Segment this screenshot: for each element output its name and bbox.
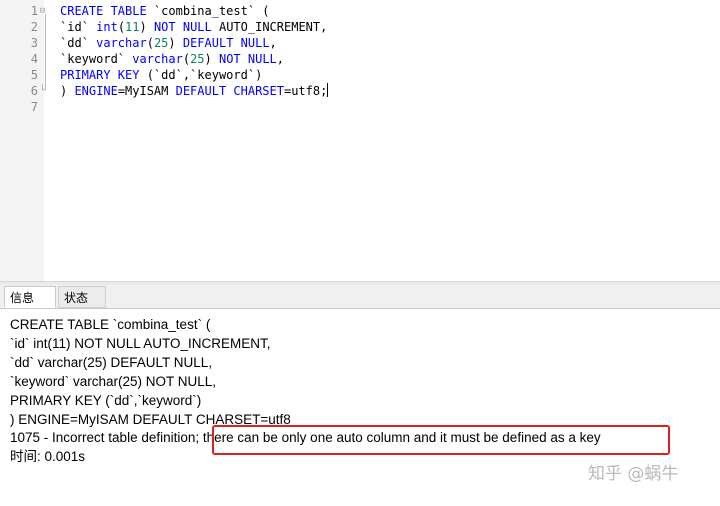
tab-info[interactable]: 信息 [4,286,56,308]
code-token: ( [146,36,154,50]
code-token: PRIMARY KEY [60,68,147,82]
sql-editor[interactable]: 1 2 3 4 5 6 7 ⊟ └ CREATE TABLE `combina_… [0,0,720,281]
code-token: `keyword` [60,52,133,66]
line-number: 6 [30,84,38,98]
result-tab-bar: 信息 状态 [0,285,720,309]
code-token: ) [139,20,154,34]
code-line[interactable]: PRIMARY KEY (`dd`,`keyword`) [60,67,262,83]
line-number: 4 [30,52,38,66]
code-token: ) [168,36,183,50]
output-line: `keyword` varchar(25) NOT NULL, [10,374,217,389]
output-line: `id` int(11) NOT NULL AUTO_INCREMENT, [10,336,271,351]
text-caret [327,83,329,97]
code-token: ( [117,20,126,34]
code-token: DEFAULT NULL [182,36,270,50]
fold-end-icon: └ [40,86,46,96]
code-token: NOT NULL [218,52,277,66]
code-line[interactable]: `id` int(11) NOT NULL AUTO_INCREMENT, [60,19,327,35]
fold-guide-line [45,14,46,90]
code-token: 25 [190,52,205,66]
code-token: ) [60,84,75,98]
code-token: varchar [96,36,147,50]
error-highlight-box [212,425,670,455]
code-token: =MyISAM [117,84,176,98]
code-token: =utf8; [283,84,328,98]
elapsed-time: 时间: 0.001s [10,449,86,464]
code-token: ENGINE [74,84,118,98]
line-number: 5 [30,68,38,82]
code-token: `combina_test` ( [153,4,270,18]
code-token: 25 [153,36,169,50]
code-token: `dd` [60,36,97,50]
code-token: ) [204,52,219,66]
code-line[interactable]: CREATE TABLE `combina_test` ( [60,3,270,19]
code-token: , [269,36,277,50]
code-line[interactable]: `dd` varchar(25) DEFAULT NULL, [60,35,277,51]
code-token: DEFAULT CHARSET [175,84,284,98]
fold-collapse-icon[interactable]: ⊟ [40,3,48,19]
output-line: PRIMARY KEY (`dd`,`keyword`) [10,393,202,408]
line-number: 3 [30,36,38,50]
output-line: `dd` varchar(25) DEFAULT NULL, [10,355,213,370]
code-token: int [96,20,118,34]
tab-status[interactable]: 状态 [58,286,106,308]
code-token: ( [182,52,191,66]
line-number: 7 [30,100,38,114]
code-token: `id` [60,20,97,34]
code-token: varchar [132,52,183,66]
code-token: CREATE TABLE [60,4,154,18]
code-token: (`dd`,`keyword`) [146,68,263,82]
code-token: , [276,52,284,66]
code-token: NOT NULL [153,20,219,34]
line-number: 1 [30,4,38,18]
code-line[interactable]: ) ENGINE=MyISAM DEFAULT CHARSET=utf8; [60,83,329,99]
watermark: 知乎 @蜗牛 [588,464,679,484]
code-token: AUTO_INCREMENT, [218,20,328,34]
line-number-gutter: 1 2 3 4 5 6 7 ⊟ └ [0,0,46,281]
code-line[interactable]: `keyword` varchar(25) NOT NULL, [60,51,284,67]
code-token: 11 [125,20,140,34]
line-number: 2 [30,20,38,34]
output-line: CREATE TABLE `combina_test` ( [10,317,211,332]
